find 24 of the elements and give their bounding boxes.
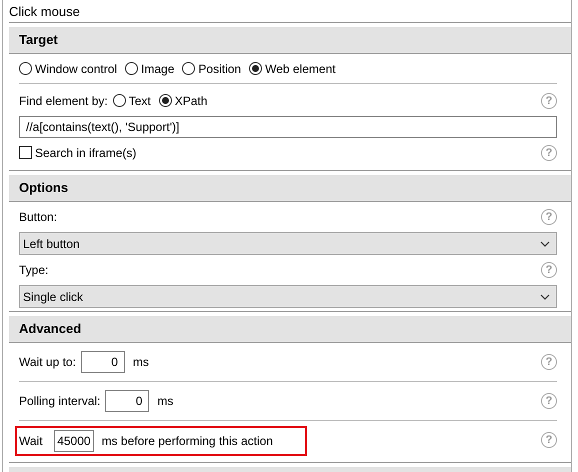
number-field[interactable]: 0 (105, 390, 150, 412)
radio-option[interactable]: Text (112, 94, 151, 108)
field-label: Button: (19, 210, 58, 224)
dropdown[interactable]: Single click (19, 285, 557, 308)
checkbox[interactable]: Search in iframe(s) (19, 146, 136, 160)
unit-label: ms (132, 355, 149, 369)
chevron-down-icon (540, 294, 550, 300)
radio-option[interactable]: XPath (158, 94, 208, 108)
field-label: Find element by: (19, 94, 108, 108)
radio-option[interactable]: Image (125, 62, 174, 76)
radio-option[interactable]: Position (182, 62, 242, 76)
chevron-down-icon (540, 240, 550, 246)
unit-label: ms (157, 394, 174, 408)
field-label: Wait (19, 434, 43, 448)
number-field[interactable]: 0 (80, 351, 125, 373)
input-field[interactable]: //a[contains(text(), 'Support')] (19, 116, 557, 138)
unit-label: ms before performing this action (102, 434, 273, 448)
radio-option[interactable]: Window control (19, 62, 118, 76)
number-field[interactable]: 45000 (54, 430, 94, 452)
field-label: Type: (19, 263, 48, 277)
dropdown[interactable]: Left button (19, 232, 557, 255)
radio-option[interactable]: Web element (249, 62, 336, 76)
field-label: Polling interval: (19, 394, 100, 408)
field-label: Wait up to: (19, 355, 76, 369)
